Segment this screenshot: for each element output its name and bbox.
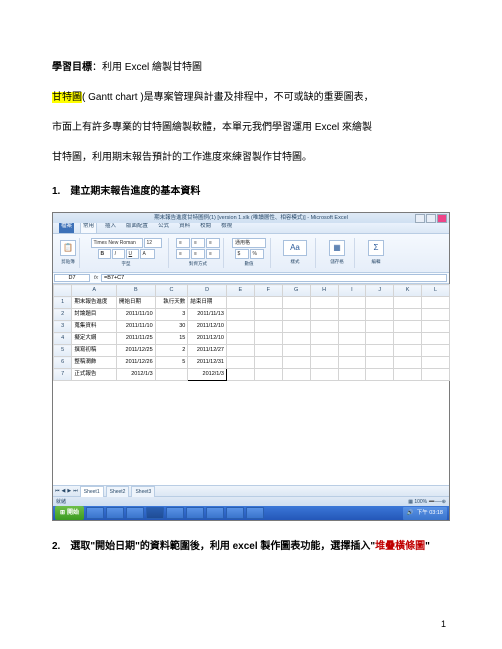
table-row: 1期末報告進度開始日期執行天數結束日期 — [54, 297, 450, 309]
section-1-heading: 1. 建立期末報告進度的基本資料 — [52, 182, 450, 202]
taskbar-button[interactable] — [106, 507, 124, 519]
ribbon-align[interactable]: ≡≡≡ ≡≡≡ 對齊方式 — [173, 238, 224, 268]
para-2: 市面上有許多專業的甘特圖繪製軟體，本單元我們學習運用 Excel 來繪製 — [52, 118, 450, 138]
paste-icon[interactable]: 📋 — [60, 240, 76, 256]
table-row: 3蒐集資料2011/11/10302011/12/10 — [54, 321, 450, 333]
table-row: 6整稿潤飾2011/12/2652011/12/31 — [54, 357, 450, 369]
taskbar-button[interactable] — [86, 507, 104, 519]
ribbon-tabs: 檔案 常用 插入 版面配置 公式 資料 校閱 檢視 — [53, 223, 449, 234]
font-size-box[interactable]: 12 — [144, 238, 162, 248]
ribbon-font[interactable]: Times New Roman 12 B I U A 字型 — [84, 238, 169, 268]
tray-icon: 🔊 — [407, 508, 414, 519]
para-1: 甘特圖( Gantt chart )是專案管理與計畫及排程中，不可或缺的重要圖表… — [52, 88, 450, 108]
para-1-rest: ( Gantt chart )是專案管理與計畫及排程中，不可或缺的重要圖表， — [82, 92, 374, 103]
taskbar-button[interactable] — [246, 507, 264, 519]
heading-rest: ：利用 Excel 繪製甘特圖 — [92, 62, 202, 73]
name-box[interactable]: D7 — [54, 274, 90, 282]
status-text: 就緒 — [56, 497, 66, 507]
start-button[interactable]: ⊞開始 — [55, 506, 84, 520]
formula-bar-row: D7 fx =B7+C7 — [53, 273, 449, 284]
excel-screenshot: 期末報告進度甘特圖例(1) [version 1.xlk (唯讀層性、相容模式)… — [52, 212, 450, 521]
select-all[interactable] — [54, 285, 72, 297]
minimize-icon[interactable] — [415, 214, 425, 223]
ribbon-editing[interactable]: Σ 編輯 — [359, 238, 393, 268]
active-cell[interactable]: 2012/1/3 — [188, 369, 227, 381]
table-row: 4擬定大綱2011/11/25152011/12/10 — [54, 333, 450, 345]
windows-logo-icon: ⊞ — [60, 507, 65, 519]
taskbar-button[interactable] — [206, 507, 224, 519]
font-name-box[interactable]: Times New Roman — [91, 238, 143, 248]
maximize-icon[interactable] — [426, 214, 436, 223]
excel-title: 期末報告進度甘特圖例(1) [version 1.xlk (唯讀層性、相容模式)… — [154, 213, 348, 224]
underline-button[interactable]: U — [126, 249, 139, 259]
zoom-level[interactable]: 100% — [414, 499, 427, 505]
insert-cell-icon[interactable]: ▦ — [329, 240, 345, 256]
taskbar-button[interactable] — [186, 507, 204, 519]
table-row: 5撰寫初稿2011/12/2522011/12/27 — [54, 345, 450, 357]
para-3: 甘特圖，利用期末報告預計的工作進度來練習製作甘特圖。 — [52, 148, 450, 168]
formula-bar[interactable]: =B7+C7 — [101, 274, 447, 282]
ribbon-clipboard[interactable]: 📋 剪貼簿 — [57, 238, 80, 268]
italic-button[interactable]: I — [112, 249, 125, 259]
section-2: 2. 選取"開始日期"的資料範圍後，利用 excel 製作圖表功能，選擇插入"堆… — [52, 537, 450, 557]
ribbon: 📋 剪貼簿 Times New Roman 12 B I U A 字型 ≡≡≡ … — [53, 234, 449, 273]
taskbar-button-active[interactable] — [146, 507, 164, 519]
empty-grid-area[interactable] — [53, 381, 449, 485]
excel-grid[interactable]: A B C D E F G H I J K L 1期末報告進度開始日期執行天數結… — [53, 284, 450, 381]
nav-next-icon[interactable]: ▶ — [67, 486, 71, 496]
close-icon[interactable] — [437, 214, 447, 223]
table-row: 2討論題目2011/11/1032011/11/13 — [54, 309, 450, 321]
taskbar-button[interactable] — [126, 507, 144, 519]
nav-first-icon[interactable]: ⏮ — [55, 486, 60, 496]
excel-titlebar: 期末報告進度甘特圖例(1) [version 1.xlk (唯讀層性、相容模式)… — [53, 213, 449, 223]
sheet-tab-2[interactable]: Sheet2 — [106, 486, 130, 497]
col-headers: A B C D E F G H I J K L — [54, 285, 450, 297]
sheet-tab-3[interactable]: Sheet3 — [131, 486, 155, 497]
system-tray[interactable]: 🔊下午 03:18 — [403, 507, 447, 520]
ribbon-styles[interactable]: Aa 樣式 — [275, 238, 316, 268]
heading: 學習目標：利用 Excel 繪製甘特圖 — [52, 58, 450, 78]
taskbar-button[interactable] — [226, 507, 244, 519]
gantt-hl: 甘特圖 — [52, 92, 82, 103]
table-row: 7正式報告2012/1/32012/1/3 — [54, 369, 450, 381]
taskbar-button[interactable] — [166, 507, 184, 519]
fx-icon[interactable]: fx — [91, 273, 101, 283]
bold-button[interactable]: B — [98, 249, 111, 259]
fill-color-button[interactable]: A — [140, 249, 155, 259]
ribbon-cells[interactable]: ▦ 儲存格 — [320, 238, 355, 268]
clock: 下午 03:18 — [417, 508, 443, 519]
nav-last-icon[interactable]: ⏭ — [73, 486, 78, 496]
view-normal-icon[interactable]: ▦ — [408, 499, 413, 505]
windows-taskbar: ⊞開始 🔊下午 03:18 — [53, 506, 449, 520]
sheet-tabs: ⏮ ◀ ▶ ⏭ Sheet1 Sheet2 Sheet3 — [53, 485, 449, 496]
sheet-tab-1[interactable]: Sheet1 — [80, 486, 104, 497]
find-icon[interactable]: Σ — [368, 240, 384, 256]
nav-prev-icon[interactable]: ◀ — [62, 486, 66, 496]
red-text: 堆疊橫條圖 — [375, 541, 425, 552]
styles-icon[interactable]: Aa — [283, 240, 307, 256]
status-bar: 就緒 ▦ 100% ➖──⊕ — [53, 496, 449, 506]
page-number: 1 — [441, 619, 446, 629]
ribbon-number[interactable]: 通用格 $% 數值 — [228, 238, 271, 268]
heading-prefix: 學習目標 — [52, 62, 92, 73]
